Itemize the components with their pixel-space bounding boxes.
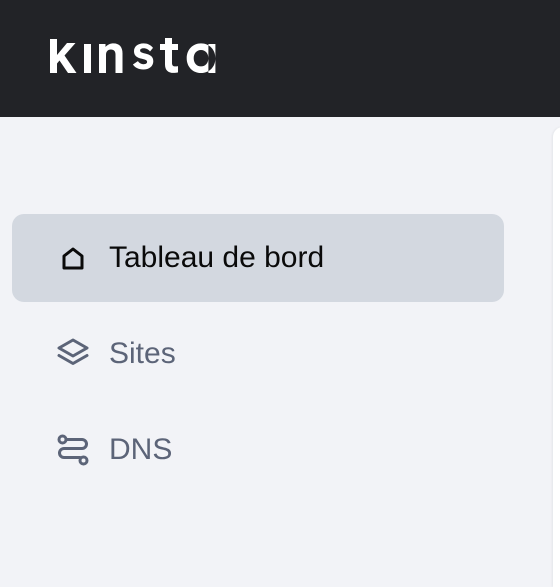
sidebar-item-label: Tableau de bord: [109, 241, 325, 274]
layers-icon: [56, 337, 90, 371]
home-icon: [56, 241, 90, 275]
sidebar-item-dashboard[interactable]: Tableau de bord: [12, 214, 504, 302]
sidebar-item-label: DNS: [109, 433, 173, 466]
sidebar-item-label: Sites: [109, 337, 176, 370]
routes-icon: [56, 433, 90, 467]
sidebar-item-sites[interactable]: Sites: [12, 310, 504, 398]
main-panel-edge: [553, 127, 560, 587]
top-bar: kinsta: [0, 0, 560, 117]
kinsta-logo[interactable]: kinsta: [46, 36, 236, 76]
sidebar-item-dns[interactable]: DNS: [12, 406, 504, 494]
sidebar-nav: Tableau de bord Sites DNS: [12, 214, 504, 494]
